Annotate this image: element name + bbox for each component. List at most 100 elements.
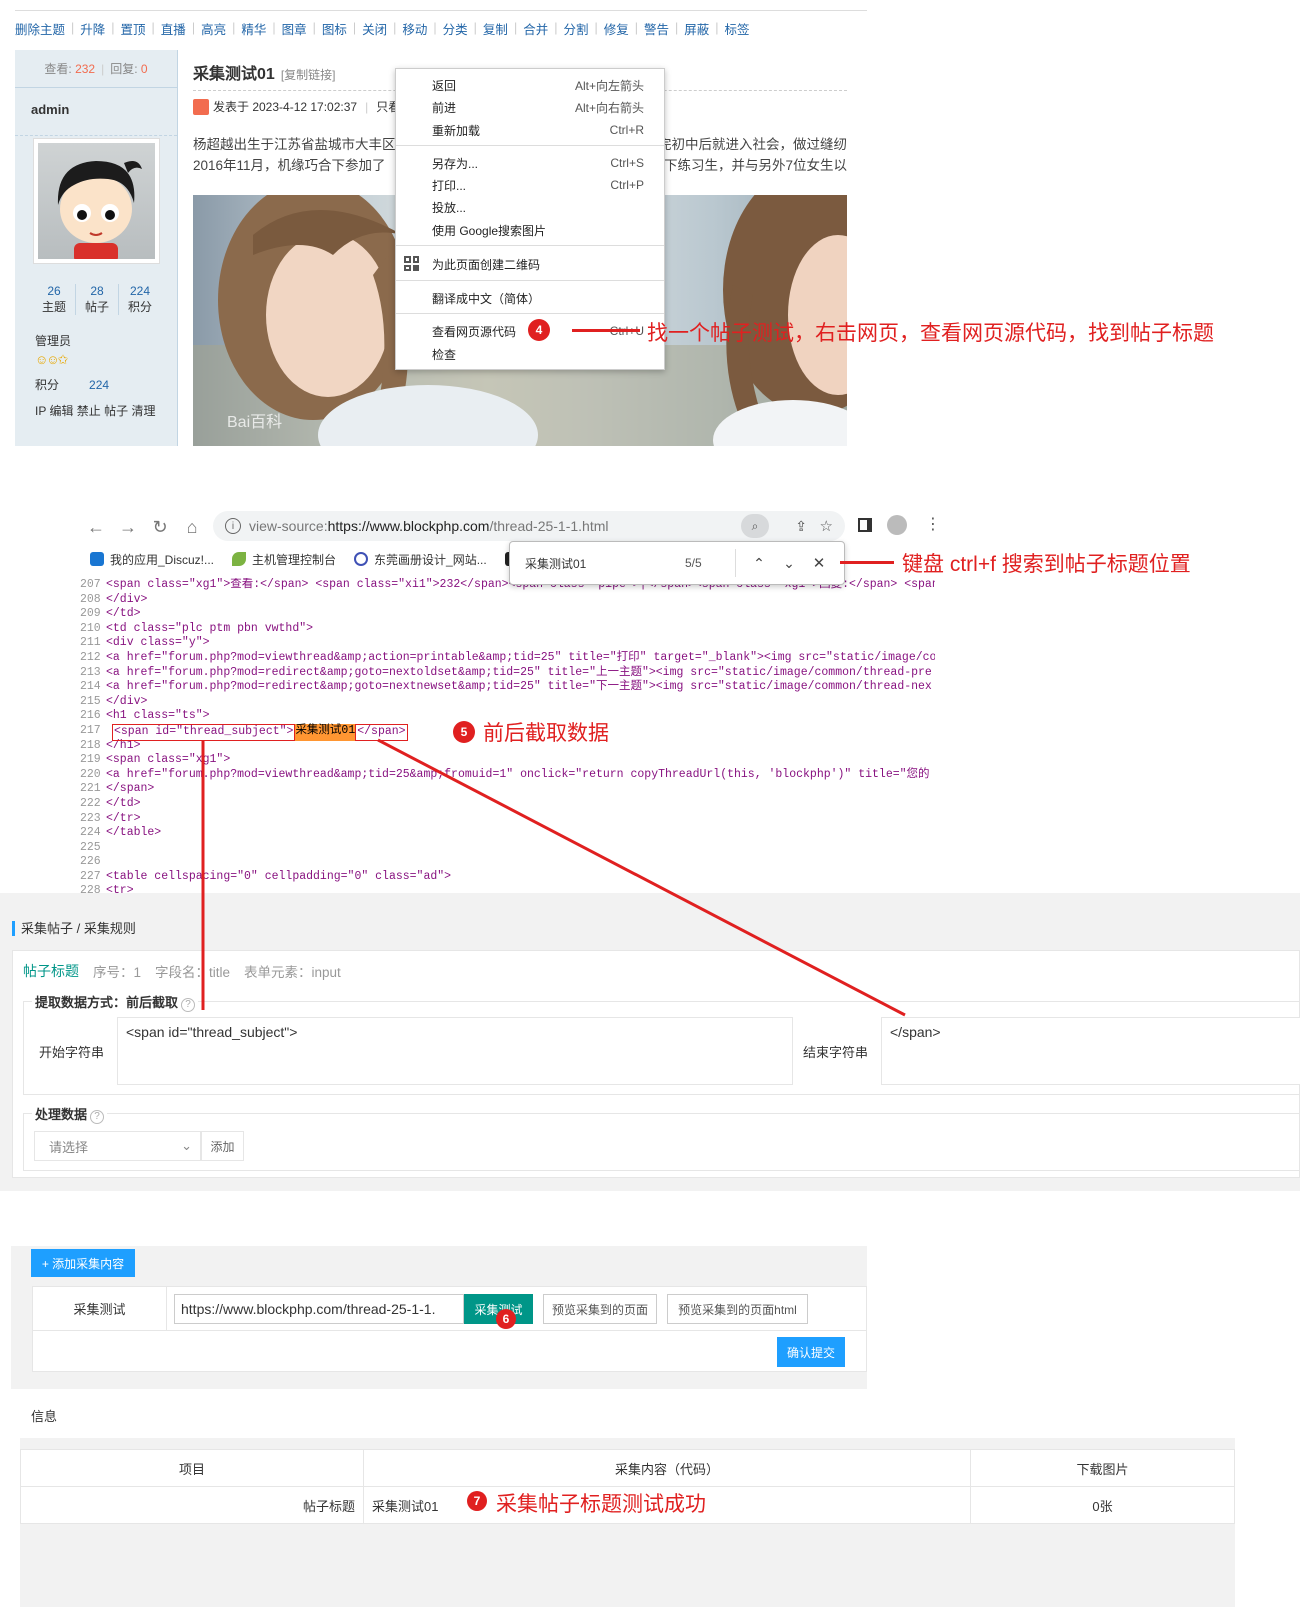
star-icon[interactable]: ☆ <box>820 517 833 535</box>
posts-count[interactable]: 28 <box>76 284 118 298</box>
home-icon[interactable]: ⌂ <box>176 517 208 538</box>
toolbar-separator: | <box>71 21 75 35</box>
zoom-search-icon[interactable]: ⌕ <box>741 514 769 538</box>
menu-inspect[interactable]: 检查 <box>432 343 644 365</box>
preview-html-button[interactable]: 预览采集到的页面html <box>667 1294 808 1324</box>
chevron-down-icon: ⌄ <box>181 1138 192 1153</box>
source-line: 212 <a href="forum.php?mod=viewthread&amp… <box>80 651 935 666</box>
rule-card: 帖子标题 序号：1 字段名：title 表单元素：input 提取数据方式：前后… <box>12 950 1300 1178</box>
threads-count[interactable]: 26 <box>33 284 75 298</box>
toolbar-item[interactable]: 直播 <box>161 19 186 38</box>
line-number: 214 <box>80 680 101 694</box>
source-line: 209 </td> <box>80 607 935 622</box>
menu-cast[interactable]: 投放... <box>432 196 644 218</box>
menu-reload[interactable]: 重新加载 Ctrl+R <box>432 119 644 141</box>
find-count: 5/5 <box>685 556 702 570</box>
preview-page-button[interactable]: 预览采集到的页面 <box>543 1294 657 1324</box>
sidepanel-icon[interactable] <box>858 518 872 532</box>
bookmark-item[interactable]: 我的应用_Discuz!... <box>90 551 214 568</box>
start-string-textarea[interactable]: <span id="thread_subject"> <box>117 1017 793 1085</box>
source-line: 210 <td class="plc ptm pbn vwthd"> <box>80 622 935 637</box>
step-badge-7: 7 <box>467 1491 487 1511</box>
toolbar-item[interactable]: 屏蔽 <box>684 19 709 38</box>
credits-count[interactable]: 224 <box>119 284 161 298</box>
share-icon[interactable]: ⇪ <box>795 518 807 535</box>
toolbar-item[interactable]: 置顶 <box>121 19 146 38</box>
toolbar-item[interactable]: 高亮 <box>201 19 226 38</box>
close-icon[interactable]: ✕ <box>804 554 834 572</box>
url-scheme: view-source: <box>249 518 328 534</box>
menu-divider <box>396 280 664 281</box>
find-input[interactable]: 采集测试01 <box>525 555 685 572</box>
replies-count: 0 <box>140 61 148 76</box>
menu-save-as[interactable]: 另存为... Ctrl+S <box>432 152 644 174</box>
add-content-button[interactable]: + 添加采集内容 <box>31 1249 135 1277</box>
end-label: 结束字符串 <box>803 1045 869 1060</box>
toolbar-item[interactable]: 移动 <box>402 19 427 38</box>
author-name[interactable]: admin <box>15 88 177 136</box>
toolbar-separator: | <box>554 21 558 35</box>
chevron-down-icon[interactable]: ⌄ <box>774 555 804 572</box>
field-element: 表单元素：input <box>244 965 341 980</box>
bookmark-icon <box>354 552 369 566</box>
test-url-input[interactable]: https://www.blockphp.com/thread-25-1-1. <box>174 1294 464 1324</box>
divider <box>735 549 736 577</box>
toolbar-item[interactable]: 升降 <box>80 19 105 38</box>
toolbar-item[interactable]: 标签 <box>725 19 750 38</box>
chevron-up-icon[interactable]: ⌃ <box>744 555 774 572</box>
field-index: 序号：1 <box>93 965 142 980</box>
add-process-button[interactable]: 添加 <box>201 1131 244 1161</box>
line-number: 225 <box>80 840 101 854</box>
menu-google-image[interactable]: 使用 Google搜索图片 <box>432 219 644 241</box>
bookmark-item[interactable]: 东莞画册设计_网站... <box>354 551 487 568</box>
toolbar-item[interactable]: 警告 <box>644 19 669 38</box>
toolbar-separator: | <box>151 21 155 35</box>
toolbar-separator: | <box>111 21 115 35</box>
line-code: <a href="forum.php?mod=viewthread&amp;ac… <box>106 650 935 664</box>
toolbar-item[interactable]: 修复 <box>604 19 629 38</box>
toolbar-item[interactable]: 关闭 <box>362 19 387 38</box>
toolbar-item[interactable]: 图章 <box>282 19 307 38</box>
step5-annotation: 前后截取数据 <box>483 722 609 745</box>
toolbar-item[interactable]: 合并 <box>523 19 548 38</box>
bookmark-item[interactable]: 主机管理控制台 <box>232 551 336 568</box>
process-select[interactable]: 请选择 ⌄ <box>34 1131 201 1161</box>
help-icon[interactable]: ? <box>90 1110 105 1124</box>
toolbar-item[interactable]: 分类 <box>443 19 468 38</box>
reload-icon[interactable]: ↻ <box>144 517 176 538</box>
avatar[interactable] <box>33 138 160 264</box>
line-code: <td class="plc ptm pbn vwthd"> <box>106 621 314 635</box>
back-arrow-icon[interactable]: ← <box>80 517 112 538</box>
menu-back[interactable]: 返回 Alt+向左箭头 <box>432 74 644 96</box>
toolbar-item[interactable]: 图标 <box>322 19 347 38</box>
toolbar-item[interactable]: 删除主题 <box>15 19 65 38</box>
body-line-2: 2016年11月，机缘巧合下参加了 <box>193 158 386 173</box>
profile-icon[interactable] <box>887 515 907 535</box>
copy-link[interactable]: [复制链接] <box>281 68 336 82</box>
line-number: 219 <box>80 753 101 767</box>
line-code: </td> <box>106 607 141 621</box>
forward-arrow-icon[interactable]: → <box>112 517 144 538</box>
body-line-2-tail: 下练习生，并与另外7位女生以 <box>663 158 847 173</box>
line-number: 222 <box>80 796 101 810</box>
toolbar-item[interactable]: 精华 <box>241 19 266 38</box>
menu-print[interactable]: 打印... Ctrl+P <box>432 174 644 196</box>
submit-button[interactable]: 确认提交 <box>777 1337 845 1367</box>
menu-translate[interactable]: 翻译成中文（简体） <box>432 287 644 309</box>
toolbar-separator: | <box>594 21 598 35</box>
more-menu-icon[interactable]: ⋮ <box>925 514 941 534</box>
menu-qr-code[interactable]: 为此页面创建二维码 <box>432 253 644 275</box>
toolbar-item[interactable]: 分割 <box>563 19 588 38</box>
step7-annotation: 采集帖子标题测试成功 <box>496 1493 706 1516</box>
extract-fieldset: 提取数据方式：前后截取? 开始字符串 <span id="thread_subj… <box>23 992 1300 1095</box>
line-number: 223 <box>80 811 101 825</box>
end-string-textarea[interactable]: </span> <box>881 1017 1300 1085</box>
address-bar[interactable]: i view-source: https://www.blockphp.com/t… <box>213 511 845 541</box>
admin-ops[interactable]: IP 编辑 禁止 帖子 清理 <box>35 402 155 419</box>
bookmark-label: 我的应用_Discuz!... <box>110 552 215 567</box>
col-images: 下载图片 <box>970 1449 1235 1487</box>
toolbar-item[interactable]: 复制 <box>483 19 508 38</box>
help-icon[interactable]: ? <box>181 998 196 1012</box>
menu-forward[interactable]: 前进 Alt+向右箭头 <box>432 96 644 118</box>
info-icon[interactable]: i <box>225 518 241 534</box>
